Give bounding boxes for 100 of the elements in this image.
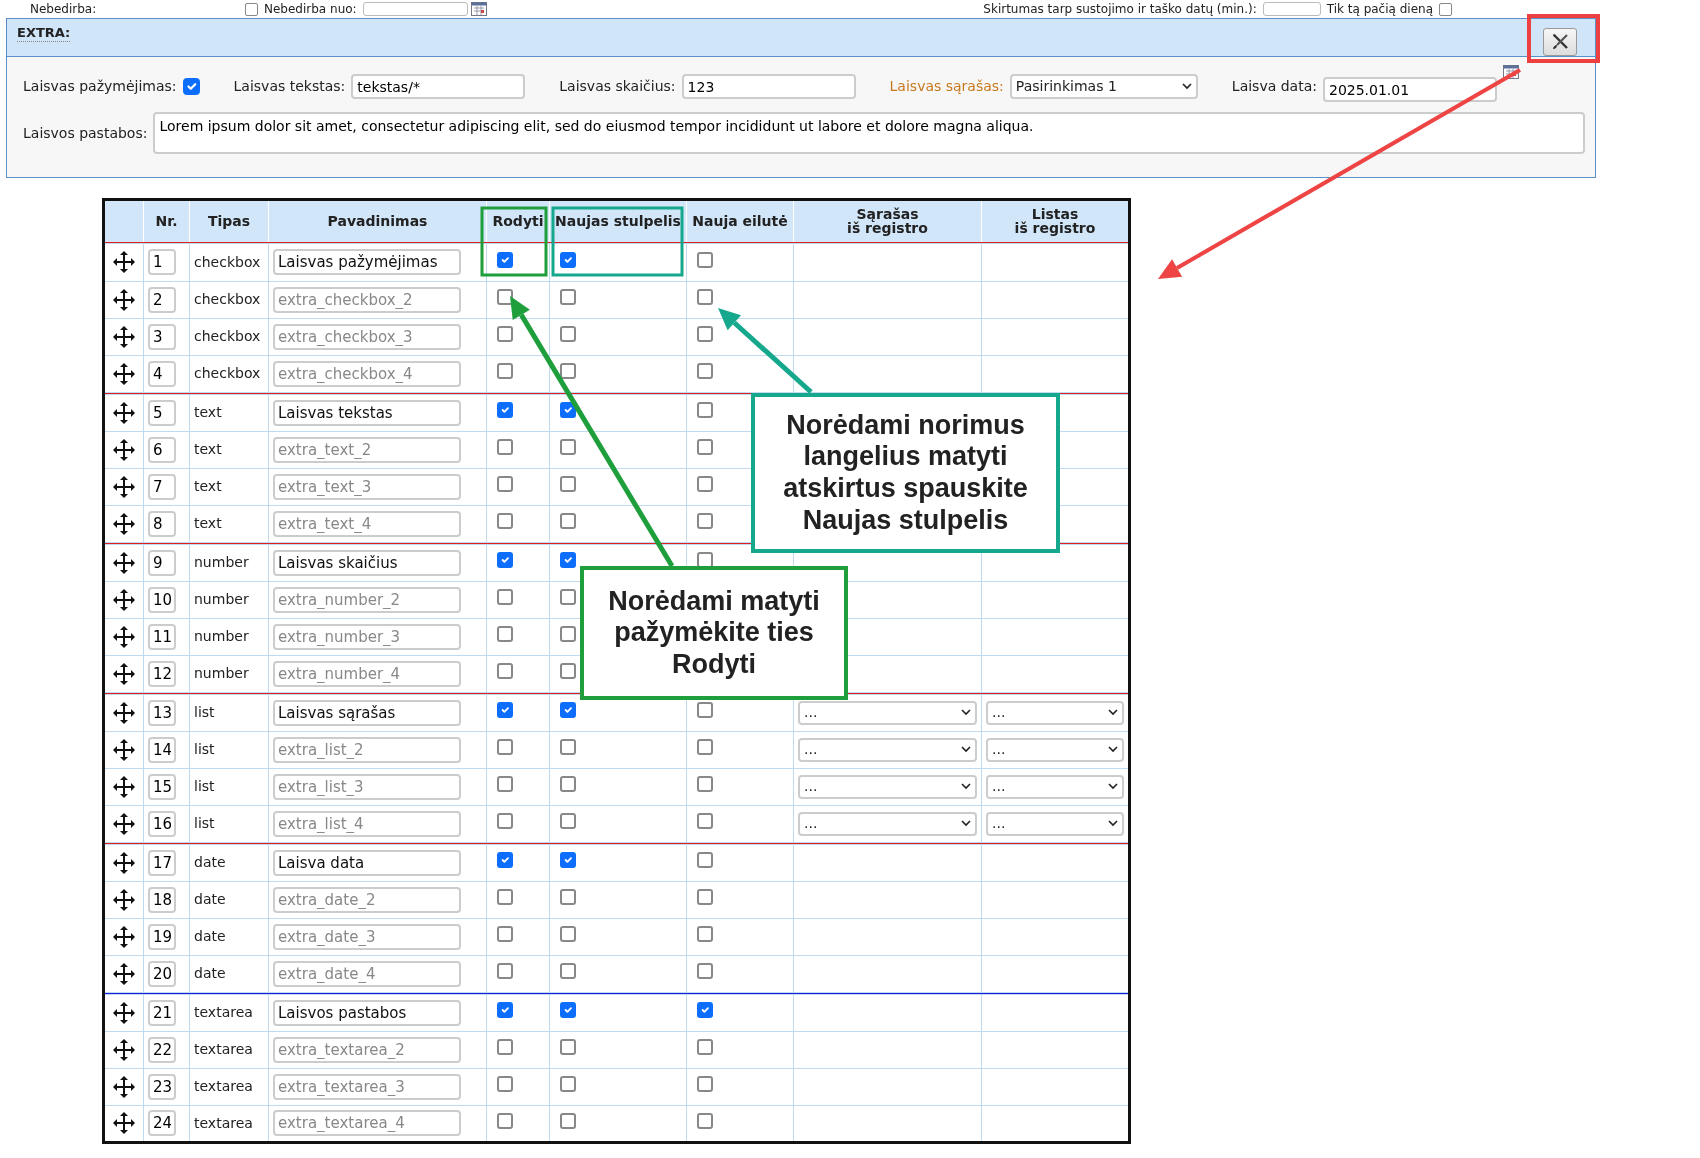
checkbox[interactable] (560, 702, 576, 718)
checkbox[interactable] (560, 889, 576, 905)
order-field[interactable]: 12 (148, 660, 176, 687)
checkbox[interactable] (497, 1076, 513, 1092)
name-field[interactable]: extra_textarea_4 (273, 1110, 461, 1136)
checkbox[interactable] (560, 626, 576, 642)
checkbox[interactable] (697, 289, 713, 305)
move-handle-icon[interactable] (112, 1074, 136, 1099)
checkbox[interactable] (560, 476, 576, 492)
checkbox[interactable] (497, 776, 513, 792)
checkbox[interactable] (560, 251, 576, 268)
order-field[interactable]: 13 (148, 699, 176, 726)
checkbox[interactable] (560, 589, 576, 605)
checkbox[interactable] (497, 739, 513, 755)
name-field[interactable]: Laisvas pažymėjimas (273, 249, 461, 276)
name-field[interactable]: Laisvos pastabos (273, 999, 461, 1026)
registry-dropdown[interactable]: ... (798, 811, 977, 836)
move-handle-icon[interactable] (112, 737, 136, 762)
name-field[interactable]: extra_number_4 (273, 660, 461, 687)
checkbox[interactable] (497, 552, 513, 568)
checkbox[interactable] (560, 963, 576, 979)
registry-dropdown[interactable]: ... (986, 774, 1124, 799)
checkbox[interactable] (560, 402, 576, 418)
name-field[interactable]: Laisvas sąrašas (273, 699, 461, 726)
move-handle-icon[interactable] (112, 924, 136, 949)
name-field[interactable]: extra_date_3 (273, 923, 461, 950)
name-field[interactable]: extra_text_3 (273, 473, 461, 500)
name-field[interactable]: extra_date_2 (273, 886, 461, 913)
checkbox[interactable] (497, 363, 513, 379)
checkbox[interactable] (697, 776, 713, 792)
name-field[interactable]: extra_checkbox_3 (273, 323, 461, 350)
move-handle-icon[interactable] (112, 811, 136, 836)
name-field[interactable]: extra_list_2 (273, 736, 461, 763)
move-handle-icon[interactable] (112, 661, 136, 686)
checkbox[interactable] (497, 926, 513, 942)
move-handle-icon[interactable] (112, 887, 136, 912)
name-field[interactable]: Laisva data (273, 849, 461, 876)
checkbox[interactable] (697, 963, 713, 979)
order-field[interactable]: 22 (148, 1036, 176, 1063)
checkbox[interactable] (697, 702, 713, 718)
move-handle-icon[interactable] (112, 850, 136, 875)
dropdown[interactable]: Pasirinkimas 1 (1009, 74, 1198, 99)
order-field[interactable]: 1 (148, 249, 176, 276)
name-field[interactable]: extra_number_2 (273, 586, 461, 613)
name-field[interactable]: extra_text_2 (273, 436, 461, 463)
name-field[interactable]: extra_textarea_3 (273, 1073, 461, 1100)
date-field[interactable] (362, 2, 468, 16)
move-handle-icon[interactable] (112, 1000, 136, 1025)
checkbox[interactable] (1439, 2, 1452, 16)
move-handle-icon[interactable] (112, 361, 136, 386)
checkbox[interactable] (697, 1112, 713, 1129)
move-handle-icon[interactable] (112, 324, 136, 349)
checkbox[interactable] (697, 1002, 713, 1018)
order-field[interactable]: 23 (148, 1073, 176, 1100)
move-handle-icon[interactable] (112, 624, 136, 649)
checkbox[interactable] (697, 852, 713, 868)
order-field[interactable]: 3 (148, 323, 176, 350)
order-field[interactable]: 17 (148, 849, 176, 876)
name-field[interactable]: extra_text_4 (273, 510, 461, 537)
registry-dropdown[interactable]: ... (986, 737, 1124, 762)
checkbox[interactable] (697, 363, 713, 379)
order-field[interactable]: 20 (148, 960, 176, 987)
name-field[interactable]: extra_date_4 (273, 960, 461, 987)
registry-dropdown[interactable]: ... (798, 774, 977, 799)
order-field[interactable]: 11 (148, 623, 176, 650)
checkbox[interactable] (560, 552, 576, 568)
checkbox[interactable] (560, 1002, 576, 1018)
checkbox[interactable] (697, 402, 713, 418)
checkbox[interactable] (697, 476, 713, 492)
checkbox[interactable] (560, 439, 576, 455)
checkbox[interactable] (497, 1039, 513, 1055)
registry-dropdown[interactable]: ... (986, 811, 1124, 836)
checkbox[interactable] (497, 589, 513, 605)
move-handle-icon[interactable] (112, 587, 136, 612)
name-field[interactable]: extra_list_3 (273, 773, 461, 800)
checkbox[interactable] (560, 326, 576, 342)
checkbox[interactable] (697, 513, 713, 529)
checkbox[interactable] (697, 1076, 713, 1092)
text-field[interactable]: 123 (681, 74, 856, 99)
order-field[interactable]: 9 (148, 549, 176, 576)
order-field[interactable]: 4 (148, 360, 176, 387)
move-handle-icon[interactable] (112, 1111, 136, 1135)
checkbox[interactable] (497, 326, 513, 342)
name-field[interactable]: Laisvas skaičius (273, 549, 461, 576)
order-field[interactable]: 21 (148, 999, 176, 1026)
name-field[interactable]: extra_list_4 (273, 810, 461, 837)
name-field[interactable]: extra_checkbox_2 (273, 286, 461, 313)
registry-dropdown[interactable]: ... (986, 700, 1124, 725)
checkbox[interactable] (697, 813, 713, 829)
order-field[interactable]: 5 (148, 399, 176, 426)
name-field[interactable]: Laisvas tekstas (273, 399, 461, 426)
name-field[interactable]: extra_textarea_2 (273, 1036, 461, 1063)
order-field[interactable]: 8 (148, 510, 176, 537)
checkbox[interactable] (560, 1076, 576, 1092)
checkbox[interactable] (497, 439, 513, 455)
move-handle-icon[interactable] (112, 474, 136, 499)
checkbox[interactable] (697, 439, 713, 455)
name-field[interactable]: extra_number_3 (273, 623, 461, 650)
order-field[interactable]: 10 (148, 586, 176, 613)
move-handle-icon[interactable] (112, 700, 136, 725)
